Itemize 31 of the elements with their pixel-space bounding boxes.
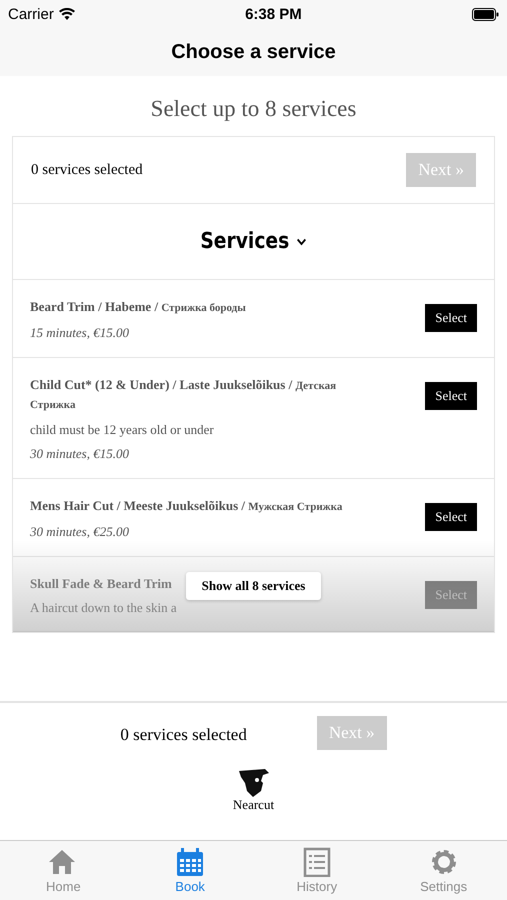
select-button[interactable]: Select [425, 304, 477, 332]
tab-bar-item[interactable]: Settings [380, 841, 507, 900]
service-name: Child Cut* (12 & Under) / Laste Juukselõikus / Детская Стрижка [30, 376, 338, 413]
chevron-icon [296, 238, 306, 246]
list-icon [302, 847, 332, 877]
show-all-button[interactable]: Show all 8 services [186, 572, 322, 600]
service-duration-price: 30 minutes, €15.00 [30, 446, 130, 462]
services-dropdown[interactable]: Services [195, 228, 312, 255]
battery-icon [472, 8, 499, 20]
service-name: Mens Hair Cut / Meeste Juukselõikus / Мужская Стрижка [30, 497, 342, 515]
calendar-icon [175, 847, 206, 877]
screen-title: Choose a service [171, 40, 336, 64]
carrier-name: Carrier [8, 6, 75, 22]
status-time: 6:38 PM [245, 6, 302, 22]
service-duration-price: 30 minutes, €25.00 [30, 524, 130, 540]
selection-count: 0 services selected [120, 725, 247, 745]
tab-bar-item[interactable]: Book [126, 841, 254, 900]
tab-bar-item[interactable]: Home [0, 841, 127, 900]
select-button[interactable]: Select [425, 382, 477, 410]
selection-count: 0 services selected [31, 162, 143, 178]
brand-name: Nearcut [232, 797, 274, 813]
subtitle: Select up to 8 services [150, 95, 358, 123]
select-button[interactable]: Select [425, 503, 477, 531]
service-description: A haircut down to the skin a [30, 600, 177, 616]
service-description: child must be 12 years old or under [30, 422, 215, 438]
tab-bar-item[interactable]: History [254, 841, 380, 900]
wifi-icon [58, 8, 75, 20]
select-button[interactable]: Select [425, 581, 477, 609]
service-duration-price: 15 minutes, €15.00 [30, 325, 130, 341]
service-name: Beard Trim / Habeme / Стрижка бороды [30, 298, 246, 316]
service-name: Skull Fade & Beard Trim [30, 575, 173, 592]
